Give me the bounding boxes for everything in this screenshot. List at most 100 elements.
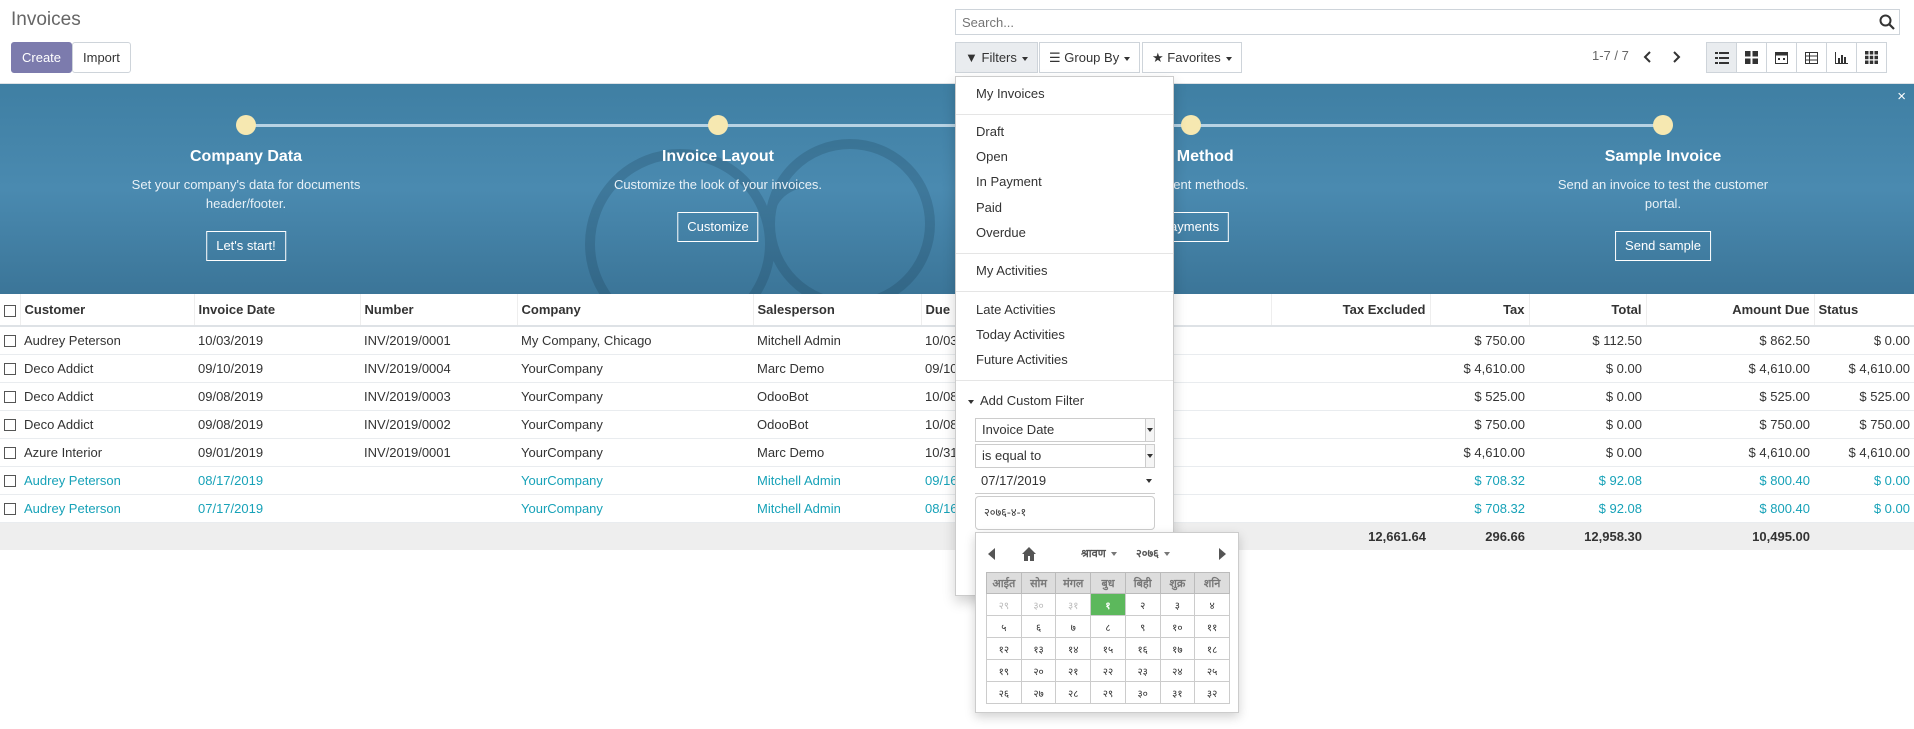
customize-button[interactable]: Customize xyxy=(677,212,759,242)
filter-future-activities[interactable]: Future Activities xyxy=(976,352,1068,367)
column-header[interactable]: Amount Due xyxy=(1646,294,1815,327)
calendar-day[interactable]: ९ xyxy=(1124,615,1161,638)
filter-overdue[interactable]: Overdue xyxy=(976,225,1026,240)
home-icon[interactable] xyxy=(1021,546,1037,562)
row-checkbox[interactable] xyxy=(4,475,16,488)
calendar-day[interactable]: २७ xyxy=(1020,681,1057,704)
calendar-day[interactable]: १० xyxy=(1159,615,1196,638)
filter-late-activities[interactable]: Late Activities xyxy=(976,302,1056,317)
column-header[interactable]: Customer xyxy=(20,294,195,327)
filter-today-activities[interactable]: Today Activities xyxy=(976,327,1065,342)
row-checkbox[interactable] xyxy=(4,447,16,460)
calendar-day[interactable]: २२ xyxy=(1090,659,1126,682)
create-button[interactable]: Create xyxy=(11,42,73,73)
calendar-day[interactable]: १७ xyxy=(1159,637,1196,660)
filter-draft[interactable]: Draft xyxy=(976,124,1004,139)
calendar-day[interactable]: १५ xyxy=(1090,637,1126,660)
calendar-day[interactable]: २६ xyxy=(986,681,1022,704)
column-header[interactable]: Company xyxy=(517,294,754,327)
calendar-day[interactable]: १९ xyxy=(986,659,1022,682)
row-checkbox[interactable] xyxy=(4,363,16,376)
row-select[interactable] xyxy=(0,326,20,355)
add-custom-filter-toggle[interactable]: Add Custom Filter xyxy=(968,393,1084,408)
list-view-button[interactable] xyxy=(1706,42,1737,73)
filters-button[interactable]: ▼ Filters xyxy=(955,42,1038,73)
year-select[interactable]: २०७६ xyxy=(1136,546,1170,561)
row-checkbox[interactable] xyxy=(4,391,16,404)
calendar-day[interactable]: ३ xyxy=(1159,593,1196,616)
calendar-day[interactable]: ३० xyxy=(1020,593,1057,616)
lets-start-button[interactable]: Let's start! xyxy=(206,231,286,261)
row-checkbox[interactable] xyxy=(4,335,16,348)
calendar-day[interactable]: ११ xyxy=(1194,615,1230,638)
next-page-icon[interactable] xyxy=(1669,50,1683,64)
custom-filter-field-select[interactable]: Invoice Date xyxy=(975,418,1155,442)
calendar-day[interactable]: २५ xyxy=(1194,659,1230,682)
row-select[interactable] xyxy=(0,494,20,523)
calendar-day[interactable]: १ xyxy=(1090,593,1126,616)
favorites-button[interactable]: ★ Favorites xyxy=(1142,42,1242,73)
calendar-day[interactable]: ३२ xyxy=(1194,681,1230,704)
filter-my-activities[interactable]: My Activities xyxy=(976,263,1048,278)
calendar-day[interactable]: २१ xyxy=(1055,659,1092,682)
column-header[interactable]: Status xyxy=(1814,294,1914,327)
custom-filter-operator-select[interactable]: is equal to xyxy=(975,444,1155,468)
column-header[interactable]: Total xyxy=(1529,294,1647,327)
calendar-day[interactable]: २९ xyxy=(986,593,1022,616)
calendar-day[interactable]: २० xyxy=(1020,659,1057,682)
calendar-day[interactable]: ५ xyxy=(986,615,1022,638)
send-sample-button[interactable]: Send sample xyxy=(1615,231,1711,261)
month-select[interactable]: श्रावण xyxy=(1081,546,1117,561)
calendar-day[interactable]: २९ xyxy=(1090,681,1126,704)
calendar-day[interactable]: ८ xyxy=(1090,615,1126,638)
calendar-day[interactable]: ७ xyxy=(1055,615,1092,638)
column-header[interactable]: Number xyxy=(360,294,518,327)
previous-page-icon[interactable] xyxy=(1641,50,1655,64)
filter-my-invoices[interactable]: My Invoices xyxy=(976,86,1045,101)
calendar-day[interactable]: १४ xyxy=(1055,637,1092,660)
row-select[interactable] xyxy=(0,382,20,411)
calendar-day[interactable]: ३१ xyxy=(1055,593,1092,616)
pivot-view-button[interactable] xyxy=(1796,42,1827,73)
calendar-day[interactable]: १३ xyxy=(1020,637,1057,660)
column-header[interactable]: Salesperson xyxy=(753,294,922,327)
previous-month-icon[interactable] xyxy=(988,548,995,560)
search-input[interactable] xyxy=(956,10,1856,34)
custom-filter-date-input[interactable]: 07/17/2019 xyxy=(975,470,1155,494)
search-icon[interactable] xyxy=(1878,13,1896,31)
pager-value[interactable]: 1-7 / 7 xyxy=(1592,48,1629,63)
row-select[interactable] xyxy=(0,354,20,383)
calendar-view-button[interactable] xyxy=(1766,42,1797,73)
calendar-day[interactable]: २८ xyxy=(1055,681,1092,704)
filter-open[interactable]: Open xyxy=(976,149,1008,164)
import-button[interactable]: Import xyxy=(72,42,131,73)
row-checkbox[interactable] xyxy=(4,503,16,516)
dashboard-view-button[interactable] xyxy=(1856,42,1887,73)
group-by-button[interactable]: ☰ Group By xyxy=(1039,42,1141,73)
calendar-day[interactable]: १२ xyxy=(986,637,1022,660)
calendar-day[interactable]: ३० xyxy=(1124,681,1161,704)
next-month-icon[interactable] xyxy=(1219,548,1226,560)
select-all[interactable] xyxy=(0,294,21,327)
select-all-checkbox[interactable] xyxy=(4,304,16,317)
calendar-day[interactable]: १६ xyxy=(1124,637,1161,660)
calendar-day[interactable]: ६ xyxy=(1020,615,1057,638)
row-select[interactable] xyxy=(0,466,20,495)
calendar-day[interactable]: ३१ xyxy=(1159,681,1196,704)
calendar-day[interactable]: २४ xyxy=(1159,659,1196,682)
column-header[interactable]: Tax xyxy=(1430,294,1530,327)
filter-paid[interactable]: Paid xyxy=(976,200,1002,215)
nepali-date-input[interactable]: २०७६-४-१ xyxy=(975,496,1155,530)
kanban-view-button[interactable] xyxy=(1736,42,1767,73)
row-select[interactable] xyxy=(0,410,20,439)
row-select[interactable] xyxy=(0,438,20,467)
close-icon[interactable]: × xyxy=(1897,88,1906,105)
column-header[interactable]: Invoice Date xyxy=(194,294,361,327)
calendar-day[interactable]: १८ xyxy=(1194,637,1230,660)
column-header[interactable]: Tax Excluded xyxy=(1271,294,1431,327)
calendar-day[interactable]: २३ xyxy=(1124,659,1161,682)
graph-view-button[interactable] xyxy=(1826,42,1857,73)
filter-in-payment[interactable]: In Payment xyxy=(976,174,1042,189)
calendar-day[interactable]: २ xyxy=(1124,593,1161,616)
calendar-day[interactable]: ४ xyxy=(1194,593,1230,616)
